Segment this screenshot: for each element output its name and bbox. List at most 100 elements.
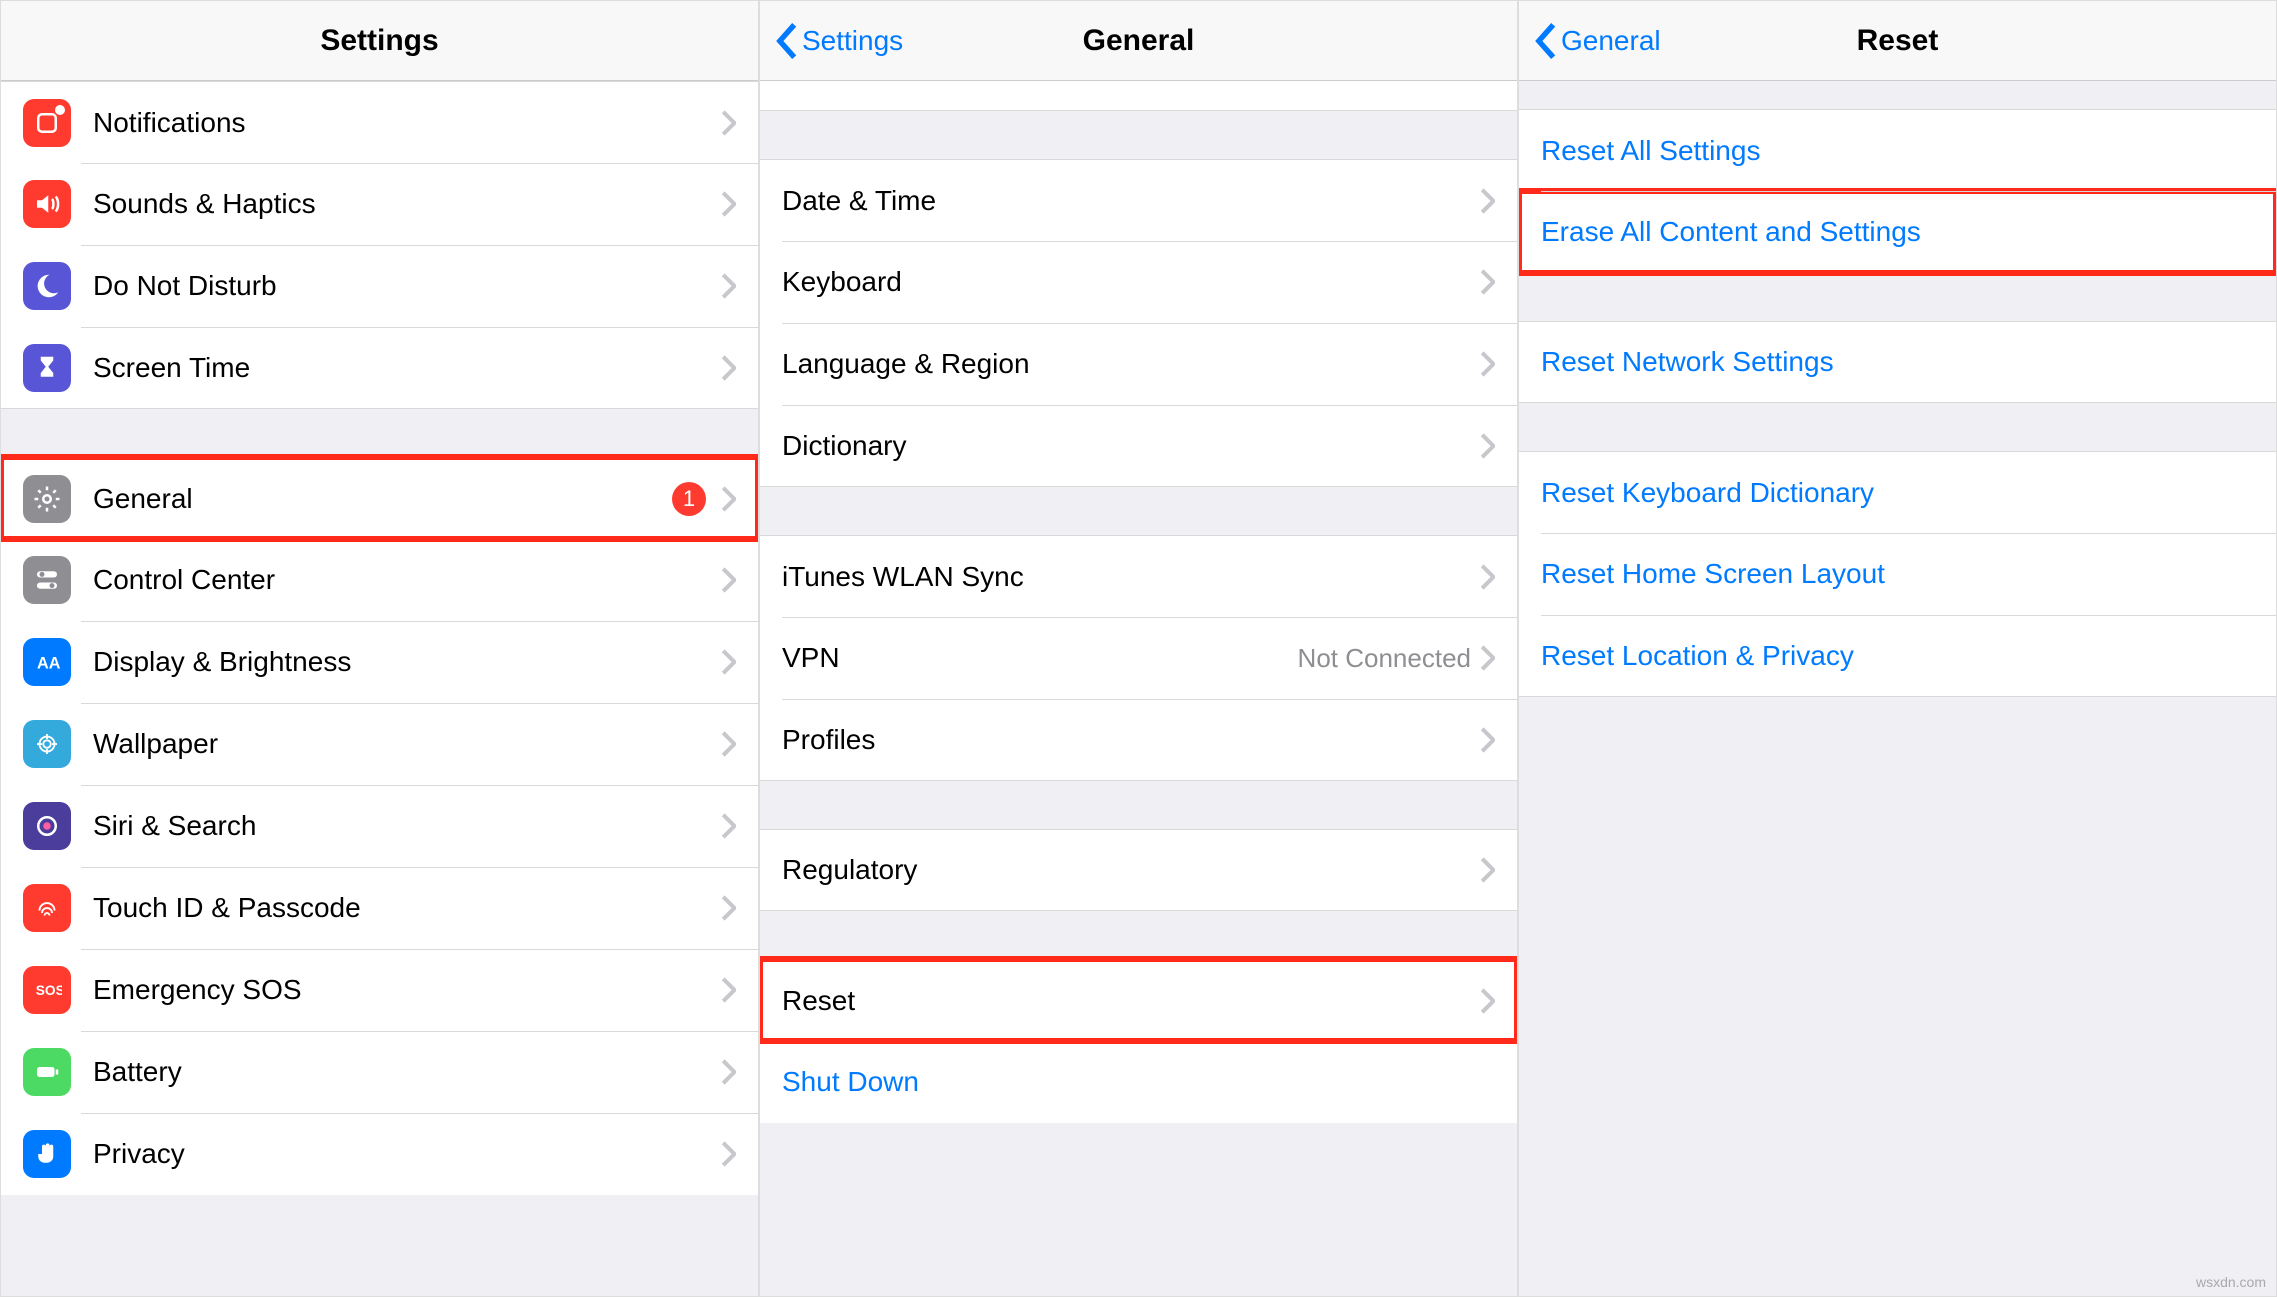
switches-icon bbox=[23, 556, 71, 604]
row-label: Do Not Disturb bbox=[93, 270, 720, 302]
row-control-center[interactable]: Control Center bbox=[1, 539, 758, 621]
chevron-left-icon bbox=[1535, 23, 1557, 59]
back-button[interactable]: Settings bbox=[776, 23, 903, 59]
sounds-icon bbox=[23, 180, 71, 228]
chevron-right-icon bbox=[720, 1059, 736, 1085]
battery-icon bbox=[23, 1048, 71, 1096]
row-sounds-haptics[interactable]: Sounds & Haptics bbox=[1, 163, 758, 245]
row-label: Screen Time bbox=[93, 352, 720, 384]
group-gap bbox=[760, 911, 1517, 959]
display-icon: AA bbox=[23, 638, 71, 686]
row-label: Touch ID & Passcode bbox=[93, 892, 720, 924]
row-label: Emergency SOS bbox=[93, 974, 720, 1006]
chevron-right-icon bbox=[720, 1141, 736, 1167]
row-label: General bbox=[93, 483, 672, 515]
row-reset-keyboard-dict[interactable]: Reset Keyboard Dictionary bbox=[1519, 451, 2276, 533]
chevron-right-icon bbox=[720, 649, 736, 675]
chevron-right-icon bbox=[720, 895, 736, 921]
group-gap bbox=[760, 487, 1517, 535]
wallpaper-icon bbox=[23, 720, 71, 768]
row-profiles[interactable]: Profiles bbox=[760, 699, 1517, 781]
chevron-right-icon bbox=[1479, 351, 1495, 377]
navbar-title: General bbox=[1083, 24, 1195, 58]
row-privacy[interactable]: Privacy bbox=[1, 1113, 758, 1195]
sos-icon: SOS bbox=[23, 966, 71, 1014]
row-itunes-wlan-sync[interactable]: iTunes WLAN Sync bbox=[760, 535, 1517, 617]
chevron-left-icon bbox=[776, 23, 798, 59]
back-label: General bbox=[1561, 25, 1661, 57]
fingerprint-icon bbox=[23, 884, 71, 932]
row-dictionary[interactable]: Dictionary bbox=[760, 405, 1517, 487]
row-reset[interactable]: Reset bbox=[760, 959, 1517, 1041]
row-label: Reset Network Settings bbox=[1541, 346, 2254, 378]
row-wallpaper[interactable]: Wallpaper bbox=[1, 703, 758, 785]
chevron-right-icon bbox=[720, 977, 736, 1003]
row-notifications[interactable]: Notifications bbox=[1, 81, 758, 163]
row-label: Notifications bbox=[93, 107, 720, 139]
navbar-settings: Settings bbox=[1, 1, 758, 81]
navbar-title: Settings bbox=[320, 24, 438, 58]
group-gap bbox=[1519, 403, 2276, 451]
row-reset-all-settings[interactable]: Reset All Settings bbox=[1519, 109, 2276, 191]
row-battery[interactable]: Battery bbox=[1, 1031, 758, 1113]
row-label: Date & Time bbox=[782, 185, 1479, 217]
row-language-region[interactable]: Language & Region bbox=[760, 323, 1517, 405]
row-emergency-sos[interactable]: SOS Emergency SOS bbox=[1, 949, 758, 1031]
hand-icon bbox=[23, 1130, 71, 1178]
panel-reset: General Reset Reset All Settings Erase A… bbox=[1518, 0, 2277, 1297]
navbar-general: Settings General bbox=[760, 1, 1517, 81]
row-reset-network[interactable]: Reset Network Settings bbox=[1519, 321, 2276, 403]
chevron-right-icon bbox=[1479, 188, 1495, 214]
row-label: Privacy bbox=[93, 1138, 720, 1170]
chevron-right-icon bbox=[1479, 857, 1495, 883]
reset-list[interactable]: Reset All Settings Erase All Content and… bbox=[1519, 81, 2276, 1296]
panel-general: Settings General Date & Time Keyboard La… bbox=[759, 0, 1518, 1297]
chevron-right-icon bbox=[1479, 269, 1495, 295]
svg-text:AA: AA bbox=[37, 654, 61, 672]
hourglass-icon bbox=[23, 344, 71, 392]
row-date-time[interactable]: Date & Time bbox=[760, 159, 1517, 241]
chevron-right-icon bbox=[720, 731, 736, 757]
group-gap bbox=[1519, 81, 2276, 109]
back-button[interactable]: General bbox=[1535, 23, 1661, 59]
general-list[interactable]: Date & Time Keyboard Language & Region D… bbox=[760, 81, 1517, 1296]
row-label: VPN bbox=[782, 642, 1298, 674]
moon-icon bbox=[23, 262, 71, 310]
chevron-right-icon bbox=[1479, 727, 1495, 753]
row-erase-all-content[interactable]: Erase All Content and Settings bbox=[1519, 191, 2276, 273]
row-keyboard[interactable]: Keyboard bbox=[760, 241, 1517, 323]
row-label: Dictionary bbox=[782, 430, 1479, 462]
chevron-right-icon bbox=[720, 355, 736, 381]
gear-icon bbox=[23, 475, 71, 523]
settings-list[interactable]: Notifications Sounds & Haptics Do Not Di… bbox=[1, 81, 758, 1296]
row-label: Reset Home Screen Layout bbox=[1541, 558, 2254, 590]
navbar-title: Reset bbox=[1857, 24, 1939, 58]
row-touchid-passcode[interactable]: Touch ID & Passcode bbox=[1, 867, 758, 949]
row-screen-time[interactable]: Screen Time bbox=[1, 327, 758, 409]
row-label: Reset Location & Privacy bbox=[1541, 640, 2254, 672]
row-label: Siri & Search bbox=[93, 810, 720, 842]
group-gap bbox=[760, 781, 1517, 829]
row-siri-search[interactable]: Siri & Search bbox=[1, 785, 758, 867]
siri-icon bbox=[23, 802, 71, 850]
row-label: Erase All Content and Settings bbox=[1541, 216, 2254, 248]
row-display-brightness[interactable]: AA Display & Brightness bbox=[1, 621, 758, 703]
row-truncated[interactable] bbox=[760, 81, 1517, 111]
row-reset-location-privacy[interactable]: Reset Location & Privacy bbox=[1519, 615, 2276, 697]
chevron-right-icon bbox=[720, 110, 736, 136]
badge-count: 1 bbox=[672, 482, 706, 516]
row-regulatory[interactable]: Regulatory bbox=[760, 829, 1517, 911]
group-gap bbox=[760, 111, 1517, 159]
row-vpn[interactable]: VPN Not Connected bbox=[760, 617, 1517, 699]
row-shut-down[interactable]: Shut Down bbox=[760, 1041, 1517, 1123]
row-label: Sounds & Haptics bbox=[93, 188, 720, 220]
row-do-not-disturb[interactable]: Do Not Disturb bbox=[1, 245, 758, 327]
svg-text:SOS: SOS bbox=[36, 983, 62, 998]
row-reset-home-layout[interactable]: Reset Home Screen Layout bbox=[1519, 533, 2276, 615]
row-general[interactable]: General 1 bbox=[1, 457, 758, 539]
chevron-right-icon bbox=[720, 191, 736, 217]
chevron-right-icon bbox=[720, 486, 736, 512]
chevron-right-icon bbox=[1479, 988, 1495, 1014]
row-label: Profiles bbox=[782, 724, 1479, 756]
row-label: Battery bbox=[93, 1056, 720, 1088]
